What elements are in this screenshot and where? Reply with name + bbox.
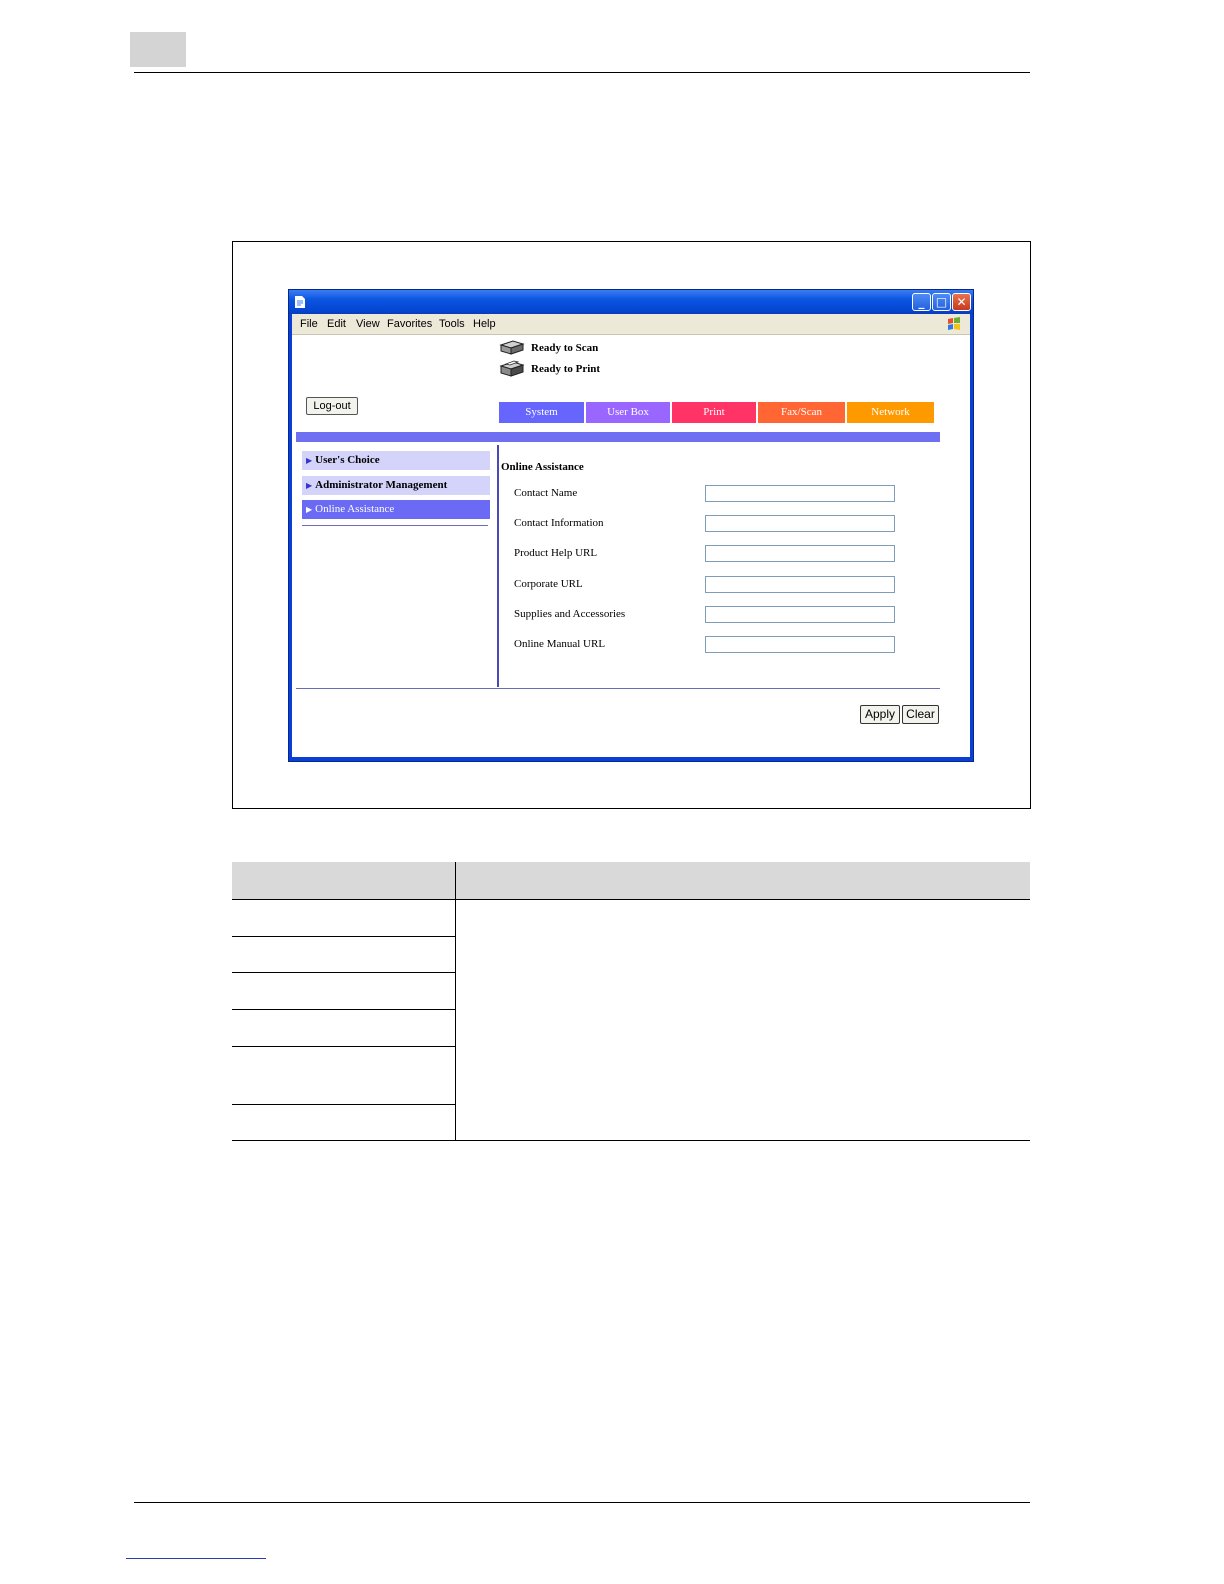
form-divider: [296, 688, 940, 689]
windows-logo-icon: [946, 316, 962, 332]
tab-system[interactable]: System: [499, 402, 584, 423]
table-row-line: [232, 1104, 455, 1105]
logout-button[interactable]: Log-out: [306, 397, 358, 415]
menu-file[interactable]: File: [300, 318, 318, 330]
menu-help[interactable]: Help: [473, 318, 496, 330]
tab-network[interactable]: Network: [847, 402, 934, 423]
sidebar-item-administrator-management[interactable]: ▶ Administrator Management: [302, 476, 490, 495]
printer-icon: [499, 360, 525, 377]
sidebar-item-label: Online Assistance: [315, 503, 395, 515]
field-label-product-help-url: Product Help URL: [514, 547, 598, 559]
scan-status-text: Ready to Scan: [531, 341, 599, 354]
tab-print[interactable]: Print: [672, 402, 756, 423]
scan-status: Ready to Scan: [499, 339, 598, 356]
panel-title: Online Assistance: [501, 461, 584, 473]
table-row-line: [232, 936, 455, 937]
chapter-tab: [130, 32, 186, 67]
menu-tools[interactable]: Tools: [439, 318, 465, 330]
footer-rule: [134, 1502, 1030, 1503]
tab-fax-scan[interactable]: Fax/Scan: [758, 402, 845, 423]
scanner-icon: [499, 340, 525, 355]
table-row-line: [232, 1046, 455, 1047]
header-rule: [134, 72, 1030, 73]
contact-name-input[interactable]: [705, 485, 895, 502]
triangle-right-icon: ▶: [306, 481, 313, 490]
menu-bar: File Edit View Favorites Tools Help: [292, 314, 970, 335]
apply-button[interactable]: Apply: [860, 705, 900, 724]
menu-view[interactable]: View: [356, 318, 380, 330]
vertical-divider: [497, 445, 499, 687]
corporate-url-input[interactable]: [705, 576, 895, 593]
sidebar-item-label: Administrator Management: [315, 479, 448, 491]
table-header-row: [232, 862, 1030, 899]
field-label-corporate-url: Corporate URL: [514, 578, 583, 590]
field-label-supplies-and-accessories: Supplies and Accessories: [514, 608, 626, 620]
table-bottom-line: [232, 1140, 1030, 1141]
page-content: Ready to Scan Ready to Print Log-out Sys…: [292, 335, 970, 757]
product-help-url-input[interactable]: [705, 545, 895, 562]
table-column-divider: [455, 862, 456, 1141]
triangle-right-icon: ▶: [306, 505, 313, 514]
tab-user-box[interactable]: User Box: [586, 402, 670, 423]
field-label-contact-name: Contact Name: [514, 487, 578, 499]
print-status: Ready to Print: [499, 359, 600, 378]
table-row-line: [232, 1009, 455, 1010]
table-row-line: [232, 972, 455, 973]
sidebar-item-users-choice[interactable]: ▶ User's Choice: [302, 451, 490, 470]
sidebar-item-label: User's Choice: [315, 454, 380, 466]
maximize-icon[interactable]: □: [932, 293, 951, 311]
table-row-line: [232, 899, 1030, 900]
menu-favorites[interactable]: Favorites: [387, 318, 432, 330]
ie-page-icon: [294, 295, 307, 309]
sidebar-divider: [302, 525, 488, 526]
field-label-online-manual-url: Online Manual URL: [514, 638, 606, 650]
field-label-contact-information: Contact Information: [514, 517, 604, 529]
footer-link-underline: [126, 1558, 266, 1559]
contact-information-input[interactable]: [705, 515, 895, 532]
triangle-right-icon: ▶: [306, 456, 313, 465]
online-manual-url-input[interactable]: [705, 636, 895, 653]
clear-button[interactable]: Clear: [902, 705, 939, 724]
close-icon[interactable]: ✕: [952, 293, 971, 311]
title-bar[interactable]: _ □ ✕: [289, 290, 973, 314]
browser-window: _ □ ✕ File Edit View Favorites Tools Hel…: [288, 289, 974, 762]
sidebar-item-online-assistance[interactable]: ▶ Online Assistance: [302, 500, 490, 519]
header-band: [296, 432, 940, 442]
supplies-and-accessories-input[interactable]: [705, 606, 895, 623]
print-status-text: Ready to Print: [531, 362, 601, 375]
minimize-icon[interactable]: _: [912, 293, 931, 311]
menu-edit[interactable]: Edit: [327, 318, 346, 330]
